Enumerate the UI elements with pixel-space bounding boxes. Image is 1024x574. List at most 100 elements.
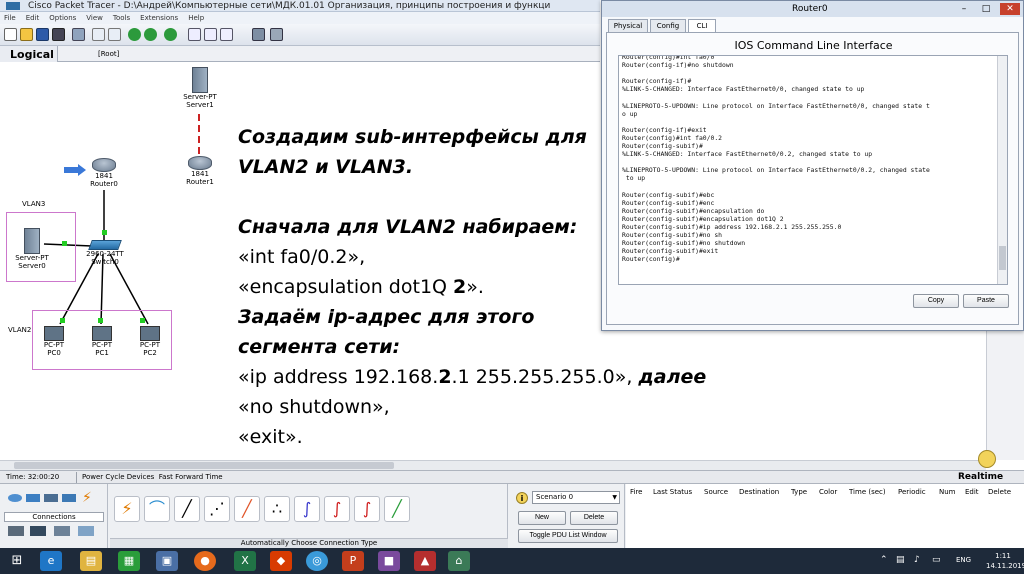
wan-emulation-category-icon[interactable] xyxy=(54,526,70,536)
pc0-node[interactable]: PC-PT PC0 xyxy=(38,326,70,357)
octal-cable-icon[interactable]: ╱ xyxy=(384,496,410,522)
pc-icon xyxy=(44,326,64,341)
pc1-node[interactable]: PC-PT PC1 xyxy=(86,326,118,357)
serial-dce-cable-icon[interactable]: ∫ xyxy=(324,496,350,522)
chrome-icon[interactable]: ◎ xyxy=(306,551,328,571)
custom-device-category-icon[interactable] xyxy=(78,526,94,536)
cli-scrollbar-thumb[interactable] xyxy=(999,246,1006,270)
scrollbar-thumb[interactable] xyxy=(14,462,394,469)
pdu-col-delete: Delete xyxy=(988,488,1011,496)
cli-line: %LINEPROTO-5-UPDOWN: Line protocol on In… xyxy=(622,101,930,110)
network-icon[interactable]: ▤ xyxy=(896,555,905,565)
router0-window-title: Router0 xyxy=(792,4,828,14)
new-scenario-button[interactable]: New xyxy=(518,511,566,525)
end-device-category-icon[interactable] xyxy=(8,526,24,536)
crossover-cable-icon[interactable]: ⋰ xyxy=(204,496,230,522)
paste-button[interactable]: Paste xyxy=(963,294,1009,308)
chevron-up-icon[interactable]: ⌃ xyxy=(880,555,888,565)
router0-titlebar: Router0 – □ ✕ xyxy=(602,1,1023,17)
pointer-arrow-icon xyxy=(64,164,86,176)
tab-cli[interactable]: CLI xyxy=(688,19,716,33)
cli-line xyxy=(622,93,994,101)
clock-date: 14.11.2019 xyxy=(986,562,1024,570)
server0-type: Server-PT xyxy=(15,254,49,262)
horizontal-scrollbar[interactable] xyxy=(0,460,986,470)
cli-line: Router(config-subif)#no sh xyxy=(622,231,723,240)
packet-tracer-icon[interactable]: ⌂ xyxy=(448,551,470,571)
tab-physical[interactable]: Physical xyxy=(608,19,648,33)
language-indicator[interactable]: ENG xyxy=(956,556,971,564)
server0-name: Server0 xyxy=(18,262,46,270)
slide-text-segment: «encapsulation dot1Q xyxy=(238,276,454,298)
pdu-col-source: Source xyxy=(704,488,729,496)
app-icon[interactable]: ▲ xyxy=(414,551,436,571)
serial-dte-cable-icon[interactable]: ∫ xyxy=(354,496,380,522)
slide-text-segment: 2 xyxy=(438,366,452,388)
fast-forward-button[interactable]: Fast Forward Time xyxy=(159,473,223,481)
security-category-icon[interactable] xyxy=(30,526,46,536)
excel-icon[interactable]: X xyxy=(234,551,256,571)
device-categories: ⚡ Connections xyxy=(0,484,108,548)
pc2-node[interactable]: PC-PT PC2 xyxy=(134,326,166,357)
file-explorer-icon[interactable]: ▤ xyxy=(80,551,102,571)
cli-line: Router(config-subif)#encapsulation do xyxy=(622,206,765,215)
wireless-category-icon[interactable] xyxy=(62,494,76,502)
realtime-mode-label[interactable]: Realtime xyxy=(958,471,1003,484)
firefox-icon[interactable]: ● xyxy=(194,551,216,571)
app-icon[interactable]: ◆ xyxy=(270,551,292,571)
volume-icon[interactable]: ♪ xyxy=(914,555,920,565)
taskbar-clock[interactable]: 1:11 14.11.2019 xyxy=(986,551,1024,571)
powerpoint-icon[interactable]: P xyxy=(342,551,364,571)
connections-category-icon[interactable]: ⚡ xyxy=(82,490,94,506)
straight-through-cable-icon[interactable]: ╱ xyxy=(174,496,200,522)
pc0-name: PC0 xyxy=(47,349,61,357)
router0-name: Router0 xyxy=(90,180,118,188)
media-app-icon[interactable]: ▣ xyxy=(156,551,178,571)
store-icon[interactable]: ▦ xyxy=(118,551,140,571)
power-cycle-button[interactable]: Power Cycle Devices xyxy=(82,473,154,481)
switch0-node[interactable]: 2960-24TT Switch0 xyxy=(82,240,128,266)
scenario-select[interactable]: Scenario 0 ▼ xyxy=(532,491,620,504)
toggle-pdu-list-button[interactable]: Toggle PDU List Window xyxy=(518,529,618,543)
auto-connection-icon[interactable]: ⚡ xyxy=(114,496,140,522)
scenario-panel: i Scenario 0 ▼ New Delete Toggle PDU List… xyxy=(510,484,625,548)
server0-node[interactable]: Server-PT Server0 xyxy=(10,228,54,270)
pc0-type: PC-PT xyxy=(43,341,65,349)
hub-category-icon[interactable] xyxy=(44,494,58,502)
switch-category-icon[interactable] xyxy=(26,494,40,502)
status-divider xyxy=(76,472,77,483)
pc1-name: PC1 xyxy=(95,349,109,357)
battery-icon[interactable]: ▭ xyxy=(932,555,941,565)
cli-line: %LINK-5-CHANGED: Interface FastEthernet0… xyxy=(622,85,865,94)
coaxial-cable-icon[interactable]: ∫ xyxy=(294,496,320,522)
windows-start-icon[interactable]: ⊞ xyxy=(6,551,28,571)
slide-text-segment: далее xyxy=(638,366,707,388)
cli-line: Router(config-subif)#ip address 192.168.… xyxy=(622,222,842,231)
copy-button[interactable]: Copy xyxy=(913,294,959,308)
cli-line: Router(config-if)# xyxy=(622,77,692,86)
server1-node[interactable]: Server-PT Server1 xyxy=(180,67,220,109)
realtime-clock-icon[interactable] xyxy=(978,450,996,468)
pc2-type: PC-PT xyxy=(139,341,161,349)
router-icon xyxy=(92,158,116,172)
maximize-icon[interactable]: □ xyxy=(976,3,996,15)
delete-scenario-button[interactable]: Delete xyxy=(570,511,618,525)
fiber-cable-icon[interactable]: ╱ xyxy=(234,496,260,522)
cli-line: Router(config-subif)#no shutdown xyxy=(622,239,746,248)
info-icon[interactable]: i xyxy=(516,492,528,504)
tab-config[interactable]: Config xyxy=(650,19,686,33)
ie-browser-icon[interactable]: e xyxy=(40,551,62,571)
cli-console[interactable]: Router(config)#int fa0/0 Router(config-if… xyxy=(618,55,1008,285)
router1-node[interactable]: 1841 Router1 xyxy=(180,156,220,186)
router-category-icon[interactable] xyxy=(8,494,22,502)
cli-scrollbar[interactable] xyxy=(997,56,1007,284)
clock-time: 1:11 xyxy=(995,552,1011,560)
close-icon[interactable]: ✕ xyxy=(1000,3,1020,15)
minimize-icon[interactable]: – xyxy=(954,3,974,15)
console-cable-icon[interactable]: ⌒ xyxy=(144,496,170,522)
router0-node[interactable]: 1841 Router0 xyxy=(84,158,124,188)
phone-cable-icon[interactable]: ∴ xyxy=(264,496,290,522)
router1-model: 1841 xyxy=(191,170,209,178)
pdu-col-last-status: Last Status xyxy=(653,488,693,496)
app-icon[interactable]: ■ xyxy=(378,551,400,571)
